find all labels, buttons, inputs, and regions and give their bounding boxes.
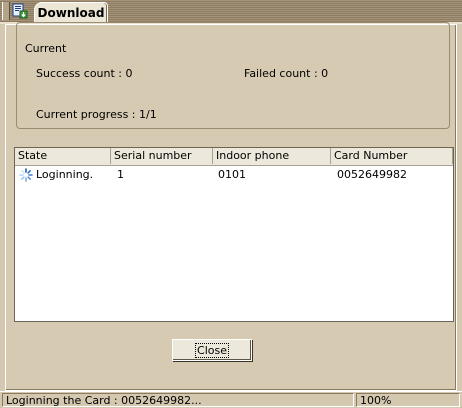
current-group-title: Current: [22, 42, 70, 55]
current-progress-label: Current progress : 1/1: [36, 108, 157, 121]
tab-download[interactable]: Download: [34, 2, 108, 22]
tab-strip: Download: [0, 0, 462, 24]
status-message: Loginning the Card : 0052649982...: [2, 393, 354, 407]
list-header: State Serial number Indoor phone Card Nu…: [15, 148, 453, 166]
column-header-serial-number[interactable]: Serial number: [111, 148, 213, 164]
close-button[interactable]: Close: [172, 339, 252, 361]
column-header-state[interactable]: State: [15, 148, 111, 164]
download-app-icon: [12, 3, 28, 19]
status-zoom: 100%: [356, 393, 460, 407]
table-row[interactable]: Loginning. 1 0101 0052649982: [15, 166, 453, 184]
download-list[interactable]: State Serial number Indoor phone Card Nu…: [14, 147, 454, 322]
column-header-card-number[interactable]: Card Number: [331, 148, 453, 164]
success-count-label: Success count : 0: [36, 67, 133, 80]
toolbar-grip[interactable]: [2, 2, 10, 20]
cell-state: Loginning.: [36, 168, 94, 181]
column-header-indoor-phone[interactable]: Indoor phone: [213, 148, 331, 164]
status-bar: Loginning the Card : 0052649982... 100%: [0, 391, 462, 408]
cell-card-number: 0052649982: [337, 168, 407, 181]
failed-count-label: Failed count : 0: [244, 67, 329, 80]
cell-serial-number: 1: [117, 168, 124, 181]
cell-indoor-phone: 0101: [218, 168, 246, 181]
close-button-label: Close: [195, 342, 229, 358]
spinner-icon: [19, 168, 33, 182]
